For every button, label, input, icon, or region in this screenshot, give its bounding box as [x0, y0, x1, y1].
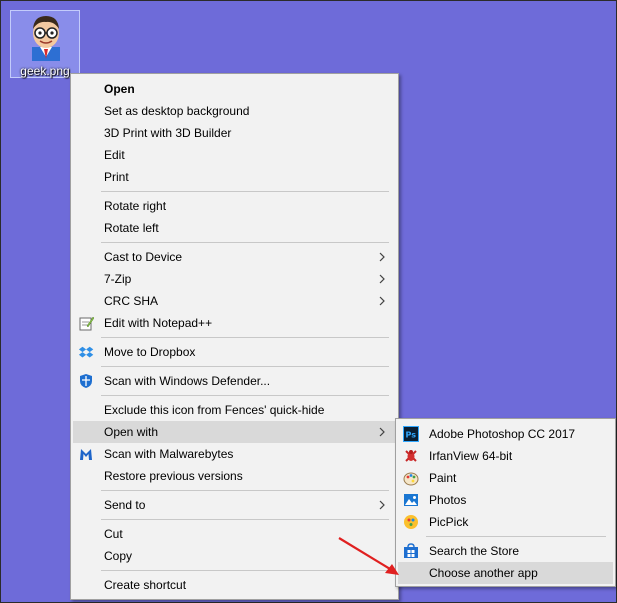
submenu-item-choose-another-app[interactable]: Choose another app [398, 562, 613, 584]
menu-item-label: Open [104, 82, 135, 96]
picpick-icon [404, 515, 418, 529]
menu-item-edit[interactable]: Edit [73, 144, 396, 166]
submenu-item-label: Paint [429, 471, 457, 485]
menu-separator [101, 366, 389, 367]
irfanview-icon [405, 450, 417, 462]
menu-item-print[interactable]: Print [73, 166, 396, 188]
menu-item-rotate-left[interactable]: Rotate left [73, 217, 396, 239]
menu-item-label: Set as desktop background [104, 104, 250, 118]
submenu-item-label: PicPick [429, 515, 469, 529]
menu-item-label: Copy [104, 549, 133, 563]
menu-separator [101, 191, 389, 192]
menu-item-label: Create shortcut [104, 578, 187, 592]
menu-separator [101, 337, 389, 338]
notepad-plus-plus-icon [79, 316, 94, 331]
menu-item-label: Open with [104, 425, 159, 439]
submenu-item-irfanview[interactable]: IrfanView 64-bit [398, 445, 613, 467]
paint-icon [403, 472, 419, 486]
submenu-item-photoshop[interactable]: Ps Adobe Photoshop CC 2017 [398, 423, 613, 445]
photos-icon [404, 494, 418, 506]
menu-separator [426, 536, 606, 537]
submenu-item-search-store[interactable]: Search the Store [398, 540, 613, 562]
submenu-item-photos[interactable]: Photos [398, 489, 613, 511]
chevron-right-icon [379, 500, 385, 510]
menu-item-edit-notepadpp[interactable]: Edit with Notepad++ [73, 312, 396, 334]
menu-item-move-to-dropbox[interactable]: Move to Dropbox [73, 341, 396, 363]
submenu-item-paint[interactable]: Paint [398, 467, 613, 489]
menu-separator [101, 570, 389, 571]
menu-item-label: 7-Zip [104, 272, 132, 286]
menu-item-3d-print[interactable]: 3D Print with 3D Builder [73, 122, 396, 144]
menu-item-send-to[interactable]: Send to [73, 494, 396, 516]
submenu-item-label: Photos [429, 493, 467, 507]
menu-item-label: 3D Print with 3D Builder [104, 126, 232, 140]
desktop-file-label: geek.png [20, 64, 70, 78]
menu-item-set-desktop-background[interactable]: Set as desktop background [73, 100, 396, 122]
menu-item-cut[interactable]: Cut [73, 523, 396, 545]
submenu-item-picpick[interactable]: PicPick [398, 511, 613, 533]
chevron-right-icon [379, 427, 385, 437]
menu-separator [101, 519, 389, 520]
photoshop-icon: Ps [403, 426, 419, 442]
menu-item-7zip[interactable]: 7-Zip [73, 268, 396, 290]
menu-item-label: Rotate right [104, 199, 167, 213]
menu-item-label: CRC SHA [104, 294, 159, 308]
menu-item-label: Edit [104, 148, 125, 162]
menu-item-exclude-fences[interactable]: Exclude this icon from Fences' quick-hid… [73, 399, 396, 421]
desktop-file-icon-geek-png[interactable]: geek.png [10, 10, 80, 78]
menu-item-label: Rotate left [104, 221, 159, 235]
chevron-right-icon [379, 252, 385, 262]
context-menu: Open Set as desktop background 3D Print … [70, 73, 399, 600]
menu-item-scan-malwarebytes[interactable]: Scan with Malwarebytes [73, 443, 396, 465]
menu-separator [101, 242, 389, 243]
malwarebytes-icon [80, 449, 92, 460]
menu-item-crc-sha[interactable]: CRC SHA [73, 290, 396, 312]
menu-item-scan-windows-defender[interactable]: Scan with Windows Defender... [73, 370, 396, 392]
svg-text:Ps: Ps [406, 431, 417, 440]
menu-item-label: Edit with Notepad++ [104, 316, 213, 330]
menu-item-label: Print [104, 170, 129, 184]
menu-item-label: Move to Dropbox [104, 345, 196, 359]
menu-item-label: Restore previous versions [104, 469, 243, 483]
menu-item-copy[interactable]: Copy [73, 545, 396, 567]
menu-item-create-shortcut[interactable]: Create shortcut [73, 574, 396, 596]
submenu-item-label: IrfanView 64-bit [429, 449, 513, 463]
menu-separator [101, 395, 389, 396]
menu-item-label: Exclude this icon from Fences' quick-hid… [104, 403, 325, 417]
menu-separator [101, 490, 389, 491]
dropbox-icon [78, 346, 94, 358]
menu-item-rotate-right[interactable]: Rotate right [73, 195, 396, 217]
submenu-item-label: Search the Store [429, 544, 520, 558]
chevron-right-icon [379, 296, 385, 306]
store-icon [404, 543, 418, 558]
geek-avatar-icon [32, 16, 60, 61]
menu-item-label: Scan with Malwarebytes [104, 447, 234, 461]
chevron-right-icon [379, 274, 385, 284]
open-with-submenu: Ps Adobe Photoshop CC 2017 IrfanView 64-… [395, 418, 616, 587]
windows-defender-icon [80, 374, 92, 388]
menu-item-label: Send to [104, 498, 146, 512]
submenu-item-label: Adobe Photoshop CC 2017 [429, 427, 576, 441]
menu-item-label: Scan with Windows Defender... [104, 374, 271, 388]
menu-item-label: Cut [104, 527, 123, 541]
menu-item-open-with[interactable]: Open with [73, 421, 396, 443]
menu-item-label: Cast to Device [104, 250, 183, 264]
menu-item-restore-previous-versions[interactable]: Restore previous versions [73, 465, 396, 487]
menu-item-cast-to-device[interactable]: Cast to Device [73, 246, 396, 268]
menu-item-open[interactable]: Open [73, 78, 396, 100]
submenu-item-label: Choose another app [429, 566, 538, 580]
